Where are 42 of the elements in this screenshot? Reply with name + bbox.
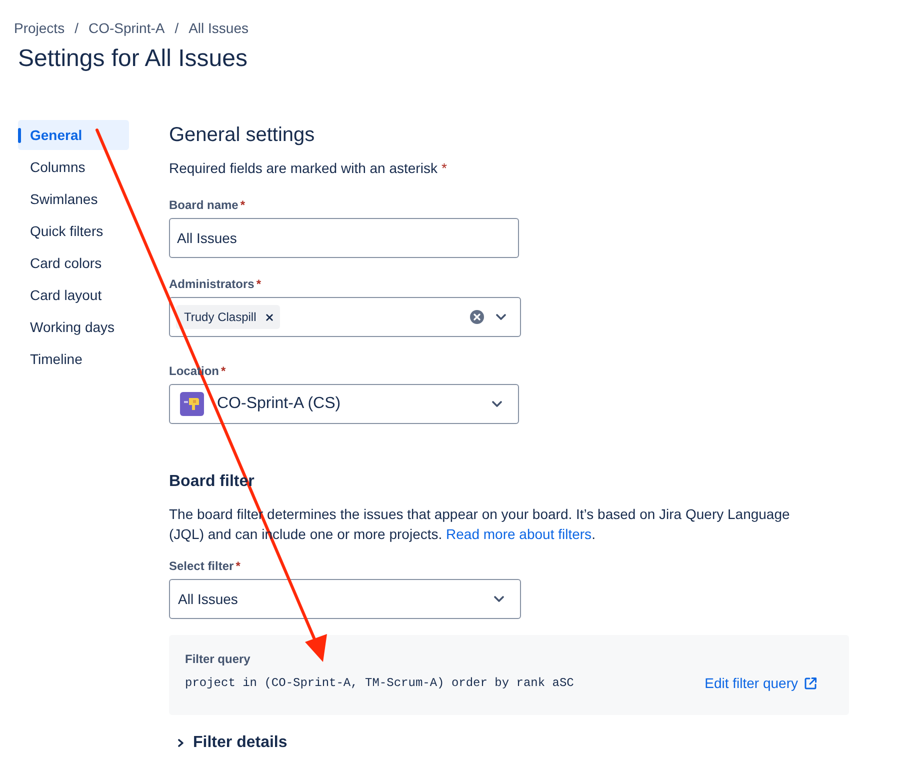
breadcrumb-link[interactable]: All Issues (188, 19, 249, 37)
chevron-down-icon (494, 596, 504, 602)
edit-filter-query-link[interactable]: Edit filter query (704, 673, 817, 693)
chevron-right-icon (178, 739, 184, 747)
sidebar-item[interactable]: Card colors (18, 248, 129, 278)
breadcrumb-separator: / (174, 19, 179, 37)
sidebar-item[interactable]: Columns (18, 152, 129, 182)
multi-select-field[interactable]: Trudy Claspill (169, 297, 521, 337)
select-field[interactable]: All Issues (169, 579, 521, 619)
sidebar-item[interactable]: Swimlanes (18, 184, 129, 214)
sidebar-item[interactable]: Working days (18, 312, 129, 342)
sidebar-item[interactable]: Quick filters (18, 216, 129, 246)
breadcrumb-link[interactable]: Projects (14, 19, 65, 37)
chevron-down-icon (496, 314, 506, 320)
clear-button[interactable] (470, 310, 484, 324)
sidebar-item[interactable]: Card layout (18, 280, 129, 310)
sidebar-item[interactable]: General (18, 120, 129, 150)
filter-query-code: project in (CO-Sprint-A, TM-Scrum-A) order by rank aSC (185, 675, 574, 692)
required-note: Required fields are marked with an asterisk * (169, 159, 447, 178)
external-link-icon (804, 676, 817, 690)
text-field[interactable]: All Issues (169, 218, 519, 258)
close-icon (266, 314, 273, 320)
project-select-field[interactable]: CO-Sprint-A (CS) (169, 384, 519, 424)
section-heading: General settings (169, 123, 315, 147)
breadcrumb-separator: / (74, 19, 78, 37)
project-avatar-icon (180, 392, 204, 416)
remove-tag-button[interactable] (264, 312, 274, 322)
sidebar-item[interactable]: Timeline (18, 344, 129, 374)
read-more-link[interactable]: Read more about filters (446, 526, 592, 542)
selection-indicator (18, 128, 21, 143)
select-value: CO-Sprint-A (CS) (217, 394, 342, 414)
field-label: Board name * (169, 197, 246, 213)
filter-query-label: Filter query (185, 651, 250, 667)
filter-details-toggle[interactable]: Filter details (169, 733, 288, 753)
chevron-down-icon (492, 401, 502, 407)
breadcrumb-link[interactable]: CO-Sprint-A (88, 19, 165, 37)
page-title: Settings for All Issues (18, 45, 248, 73)
clear-icon (470, 310, 484, 324)
field-label: Administrators * (169, 276, 262, 292)
tag-label: Trudy Claspill (184, 309, 256, 325)
field-label: Select filter * (169, 558, 240, 574)
select-value: All Issues (178, 590, 239, 608)
